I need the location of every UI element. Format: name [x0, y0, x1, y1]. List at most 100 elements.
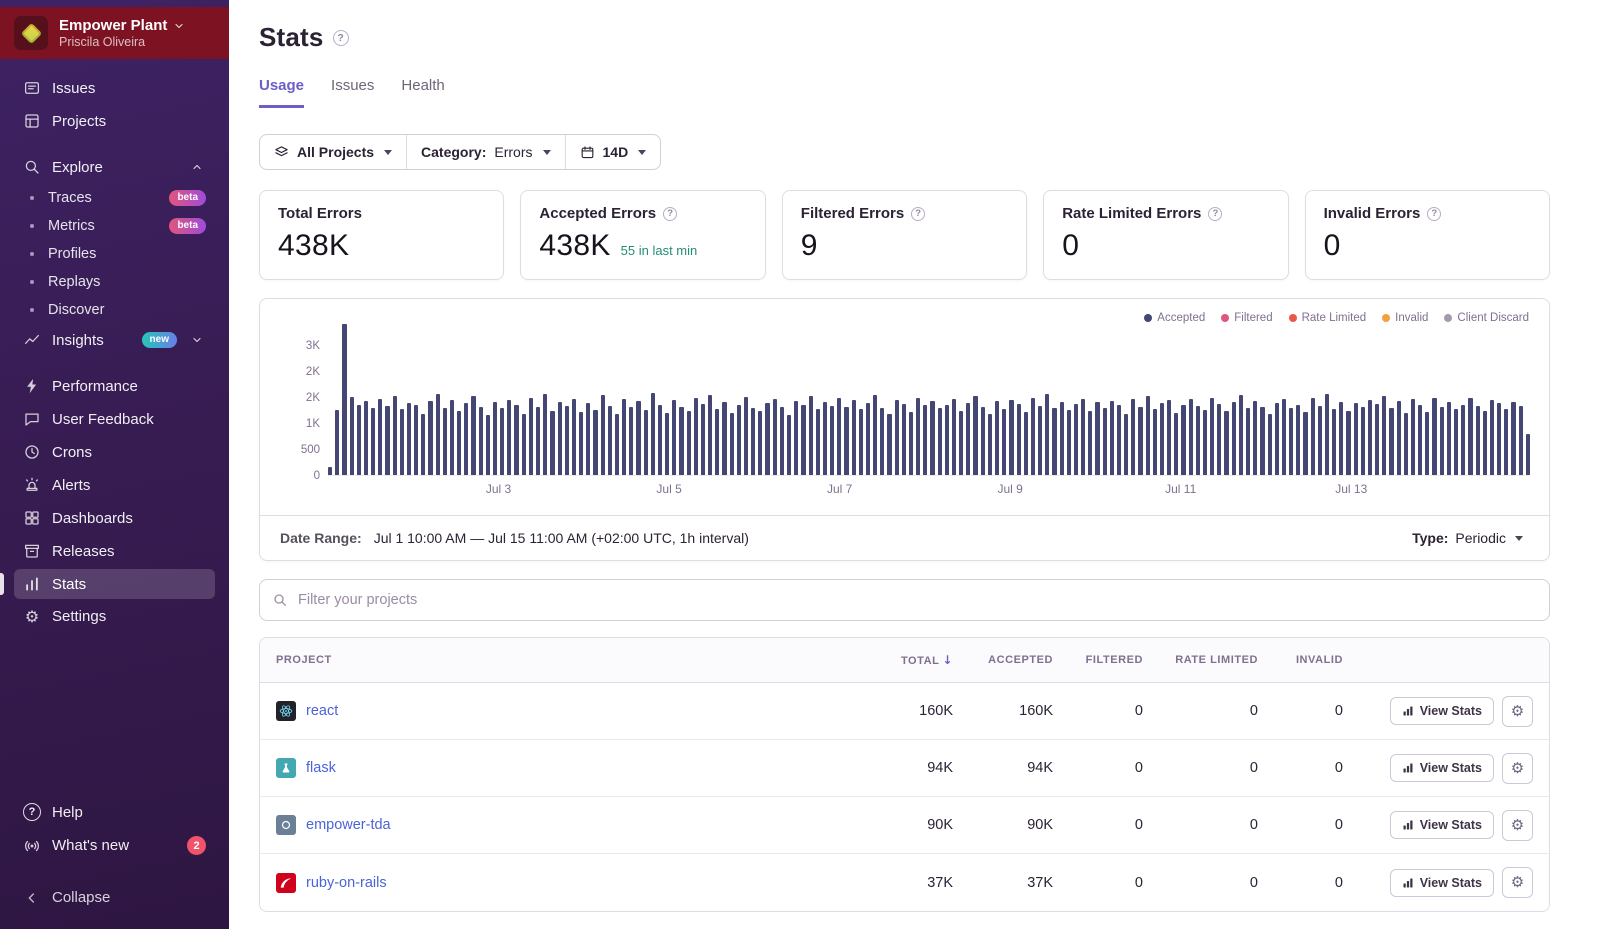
chart-bar — [773, 399, 777, 475]
tab-health[interactable]: Health — [401, 77, 444, 108]
sidebar-collapse-button[interactable]: Collapse — [14, 883, 215, 912]
chart-bar — [1468, 398, 1472, 475]
legend-item[interactable]: Rate Limited — [1289, 312, 1367, 324]
column-header-project[interactable]: PROJECT — [276, 654, 843, 666]
project-settings-button[interactable]: ⚙ — [1502, 753, 1533, 784]
sidebar-item-alerts[interactable]: Alerts — [14, 470, 215, 500]
sidebar-item-label: Projects — [52, 113, 106, 130]
chart-legend: Accepted Filtered Rate Limited Invalid Clien… — [260, 312, 1549, 324]
sidebar-item-help[interactable]: ? Help — [14, 797, 215, 827]
legend-item[interactable]: Accepted — [1144, 312, 1205, 324]
card-help-icon[interactable]: ? — [911, 207, 925, 221]
sidebar-item-user-feedback[interactable]: User Feedback — [14, 404, 215, 434]
sidebar-item-label: Metrics — [48, 218, 95, 234]
sidebar-item-performance[interactable]: Performance — [14, 371, 215, 401]
column-header-total[interactable]: TOTAL↓ — [843, 653, 953, 667]
chart-bar — [1296, 405, 1300, 475]
type-dropdown[interactable]: Type: Periodic — [1406, 529, 1529, 547]
sidebar-item-profiles[interactable]: Profiles — [14, 241, 215, 267]
sidebar-item-replays[interactable]: Replays — [14, 269, 215, 295]
card-help-icon[interactable]: ? — [1427, 207, 1441, 221]
project-link[interactable]: flask — [306, 760, 336, 776]
project-link[interactable]: ruby-on-rails — [306, 875, 387, 891]
org-switcher[interactable]: Empower Plant Priscila Oliveira — [0, 7, 229, 59]
chart-bar — [694, 398, 698, 475]
chart-bar — [722, 402, 726, 475]
chart-bar — [1346, 411, 1350, 475]
column-header-rate-limited[interactable]: RATE LIMITED — [1143, 654, 1258, 666]
ruby-on-rails-icon — [276, 873, 296, 893]
category-label: Category: — [421, 144, 486, 160]
sidebar-item-traces[interactable]: Traces beta — [14, 185, 215, 211]
card-help-icon[interactable]: ? — [663, 207, 677, 221]
releases-icon — [23, 542, 41, 560]
chevron-down-icon — [173, 20, 185, 32]
issues-icon — [23, 79, 41, 97]
legend-item[interactable]: Filtered — [1221, 312, 1272, 324]
page-help-icon[interactable]: ? — [333, 30, 349, 46]
sidebar-item-discover[interactable]: Discover — [14, 297, 215, 323]
project-link[interactable]: empower-tda — [306, 817, 391, 833]
chart-bar — [930, 401, 934, 475]
chart-bar — [887, 414, 891, 475]
project-filter-dropdown[interactable]: All Projects — [260, 135, 407, 169]
column-header-invalid[interactable]: INVALID — [1258, 654, 1343, 666]
chart-bar — [651, 393, 655, 475]
project-cell: react — [276, 701, 843, 721]
sidebar-item-crons[interactable]: Crons — [14, 437, 215, 467]
chart-x-label: Jul 7 — [827, 482, 852, 496]
project-settings-button[interactable]: ⚙ — [1502, 696, 1533, 727]
app: Empower Plant Priscila Oliveira Issues P… — [0, 0, 1620, 929]
chart-bar — [1418, 405, 1422, 475]
sidebar-item-projects[interactable]: Projects — [14, 106, 215, 136]
view-stats-button[interactable]: View Stats — [1390, 697, 1494, 725]
chart-bar — [866, 403, 870, 475]
chart-bar — [342, 324, 346, 475]
chart-bar — [981, 407, 985, 475]
sidebar-item-settings[interactable]: ⚙ Settings — [14, 602, 215, 631]
chart-bar — [1339, 402, 1343, 475]
sidebar-item-whats-new[interactable]: What's new 2 — [14, 830, 215, 861]
chart-bar — [328, 467, 332, 475]
search-input[interactable] — [259, 579, 1550, 621]
card-title: Rate Limited Errors — [1062, 205, 1201, 222]
chart-bar — [751, 408, 755, 475]
view-stats-button[interactable]: View Stats — [1390, 811, 1494, 839]
sidebar-item-releases[interactable]: Releases — [14, 536, 215, 566]
chart-bar — [522, 414, 526, 475]
sidebar-item-issues[interactable]: Issues — [14, 73, 215, 103]
tab-issues[interactable]: Issues — [331, 77, 374, 108]
sidebar-item-label: Profiles — [48, 246, 96, 262]
project-settings-button[interactable]: ⚙ — [1502, 867, 1533, 898]
card-subtext: 55 in last min — [621, 243, 698, 258]
project-link[interactable]: react — [306, 703, 338, 719]
category-filter-dropdown[interactable]: Category: Errors — [407, 135, 565, 169]
chart-bar — [744, 397, 748, 475]
project-search — [259, 579, 1550, 621]
legend-item[interactable]: Invalid — [1382, 312, 1428, 324]
period-dropdown[interactable]: 14D — [566, 135, 661, 169]
sidebar-item-metrics[interactable]: Metrics beta — [14, 213, 215, 239]
chart-bar — [615, 414, 619, 475]
project-settings-button[interactable]: ⚙ — [1502, 810, 1533, 841]
sidebar-item-insights[interactable]: Insights new — [14, 325, 215, 355]
sidebar-item-dashboards[interactable]: Dashboards — [14, 503, 215, 533]
chart-bar — [1275, 403, 1279, 475]
chart-bar — [579, 412, 583, 475]
chevron-down-icon — [638, 150, 646, 155]
sidebar-item-explore[interactable]: Explore — [14, 152, 215, 182]
column-header-accepted[interactable]: ACCEPTED — [953, 654, 1053, 666]
view-stats-button[interactable]: View Stats — [1390, 869, 1494, 897]
view-stats-button[interactable]: View Stats — [1390, 754, 1494, 782]
legend-dot-icon — [1382, 314, 1390, 322]
stat-card-invalid-errors: Invalid Errors? 0 — [1305, 190, 1550, 280]
stack-icon — [274, 145, 289, 160]
card-help-icon[interactable]: ? — [1208, 207, 1222, 221]
chart-bar — [1318, 406, 1322, 475]
sidebar-item-stats[interactable]: Stats — [14, 569, 215, 599]
legend-item[interactable]: Client Discard — [1444, 312, 1529, 324]
tab-usage[interactable]: Usage — [259, 77, 304, 108]
column-header-filtered[interactable]: FILTERED — [1053, 654, 1143, 666]
bar-chart-icon — [1402, 819, 1414, 831]
card-title: Accepted Errors — [539, 205, 656, 222]
